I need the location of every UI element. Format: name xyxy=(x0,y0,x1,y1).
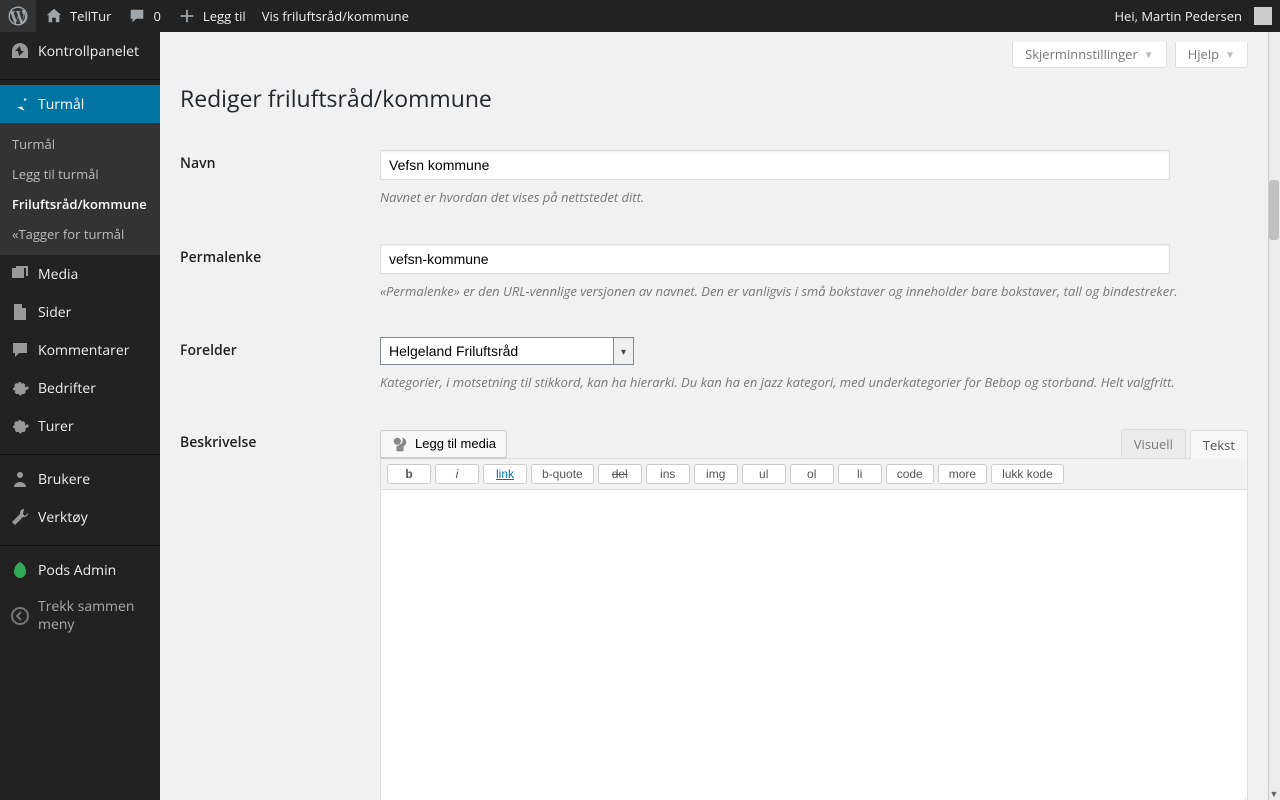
screen-options-label: Skjerminnstillinger xyxy=(1025,45,1138,63)
qt-link[interactable]: link xyxy=(483,464,527,484)
add-media-label: Legg til media xyxy=(415,436,496,451)
scroll-down-icon[interactable]: ▼ xyxy=(1268,786,1280,800)
slug-input[interactable] xyxy=(380,244,1170,274)
gear-icon xyxy=(10,416,30,436)
scrollbar[interactable]: ▲ ▼ xyxy=(1268,0,1280,800)
site-name: TellTur xyxy=(70,7,111,25)
menu-label: Kontrollpanelet xyxy=(38,42,139,61)
new-label: Legg til xyxy=(203,7,246,25)
page-title: Rediger friluftsråd/kommune xyxy=(180,68,1248,118)
submenu-turmal-all[interactable]: Turmål xyxy=(0,129,160,159)
qt-bquote[interactable]: b-quote xyxy=(531,464,594,484)
menu-label: Media xyxy=(38,265,78,284)
wordpress-icon xyxy=(8,6,28,26)
media-icon xyxy=(391,435,409,453)
editor-tab-visual[interactable]: Visuell xyxy=(1121,429,1186,458)
help-label: Hjelp xyxy=(1188,45,1219,63)
name-input[interactable] xyxy=(380,150,1170,180)
scroll-thumb[interactable] xyxy=(1269,180,1279,240)
menu-pods[interactable]: Pods Admin xyxy=(0,551,160,589)
menu-dashboard[interactable]: Kontrollpanelet xyxy=(0,32,160,70)
media-icon xyxy=(10,264,30,284)
menu-pages[interactable]: Sider xyxy=(0,293,160,331)
qt-del[interactable]: del xyxy=(598,464,642,484)
comments-count: 0 xyxy=(153,7,160,25)
view-label: Vis friluftsråd/kommune xyxy=(262,7,409,25)
submenu-tags[interactable]: «Tagger for turmål xyxy=(0,219,160,249)
quicktags-toolbar: b i link b-quote del ins img ul ol li co… xyxy=(380,458,1248,489)
wrench-icon xyxy=(10,507,30,527)
submenu-turmal: Turmål Legg til turmål Friluftsråd/kommu… xyxy=(0,123,160,255)
help-button[interactable]: Hjelp ▼ xyxy=(1175,42,1248,68)
slug-label: Permalenke xyxy=(180,230,380,324)
parent-label: Forelder xyxy=(180,323,380,415)
page-icon xyxy=(10,302,30,322)
editor-tab-text[interactable]: Tekst xyxy=(1190,430,1248,459)
menu-label: Kommentarer xyxy=(38,341,129,360)
add-media-button[interactable]: Legg til media xyxy=(380,430,507,458)
name-label: Navn xyxy=(180,136,380,230)
dashboard-icon xyxy=(10,41,30,61)
qt-close[interactable]: lukk kode xyxy=(991,464,1064,484)
menu-label: Turer xyxy=(38,417,74,436)
new-content-link[interactable]: Legg til xyxy=(169,0,254,32)
name-description: Navnet er hvordan det vises på nettstede… xyxy=(380,188,1248,208)
screen-options-button[interactable]: Skjerminnstillinger ▼ xyxy=(1012,42,1167,68)
my-account[interactable]: Hei, Martin Pedersen xyxy=(1106,0,1280,32)
parent-select[interactable]: Helgeland Friluftsråd xyxy=(381,338,613,364)
chevron-down-icon: ▾ xyxy=(613,338,633,364)
qt-italic[interactable]: i xyxy=(435,464,479,484)
submenu-turmal-add[interactable]: Legg til turmål xyxy=(0,159,160,189)
chevron-down-icon: ▼ xyxy=(1144,47,1154,61)
avatar xyxy=(1254,7,1272,25)
comment-icon xyxy=(10,340,30,360)
user-icon xyxy=(10,469,30,489)
qt-li[interactable]: li xyxy=(838,464,882,484)
qt-ins[interactable]: ins xyxy=(646,464,690,484)
admin-sidebar: Kontrollpanelet Turmål Turmål Legg til t… xyxy=(0,32,160,800)
parent-select-wrap[interactable]: Helgeland Friluftsråd ▾ xyxy=(380,337,634,365)
view-term-link[interactable]: Vis friluftsråd/kommune xyxy=(254,0,417,32)
menu-label: Turmål xyxy=(38,95,84,114)
menu-media[interactable]: Media xyxy=(0,255,160,293)
menu-bedrifter[interactable]: Bedrifter xyxy=(0,369,160,407)
description-textarea[interactable] xyxy=(380,489,1248,800)
admin-bar: TellTur 0 Legg til Vis friluftsråd/kommu… xyxy=(0,0,1280,32)
menu-comments[interactable]: Kommentarer xyxy=(0,331,160,369)
menu-label: Bedrifter xyxy=(38,379,96,398)
site-name-link[interactable]: TellTur xyxy=(36,0,119,32)
home-icon xyxy=(44,6,64,26)
submenu-friluftsrad[interactable]: Friluftsråd/kommune xyxy=(0,189,160,219)
slug-description: «Permalenke» er den URL-vennlige versjon… xyxy=(380,282,1248,302)
pods-icon xyxy=(10,560,30,580)
gear-icon xyxy=(10,378,30,398)
menu-label: Pods Admin xyxy=(38,561,116,580)
parent-description: Kategorier, i motsetning til stikkord, k… xyxy=(380,373,1248,393)
menu-label: Brukere xyxy=(38,470,90,489)
menu-turmal[interactable]: Turmål xyxy=(0,85,160,123)
qt-ol[interactable]: ol xyxy=(790,464,834,484)
menu-label: Trekk sammen meny xyxy=(38,598,150,634)
menu-label: Sider xyxy=(38,303,71,322)
qt-img[interactable]: img xyxy=(694,464,738,484)
qt-ul[interactable]: ul xyxy=(742,464,786,484)
greeting: Hei, Martin Pedersen xyxy=(1114,7,1242,25)
wp-logo[interactable] xyxy=(0,0,36,32)
plus-icon xyxy=(177,6,197,26)
comment-icon xyxy=(127,6,147,26)
description-label: Beskrivelse xyxy=(180,415,380,800)
qt-more[interactable]: more xyxy=(938,464,987,484)
chevron-down-icon: ▼ xyxy=(1225,47,1235,61)
qt-bold[interactable]: b xyxy=(387,464,431,484)
comments-link[interactable]: 0 xyxy=(119,0,168,32)
menu-tools[interactable]: Verktøy xyxy=(0,498,160,536)
pin-icon xyxy=(10,94,30,114)
menu-collapse[interactable]: Trekk sammen meny xyxy=(0,589,160,643)
menu-users[interactable]: Brukere xyxy=(0,460,160,498)
menu-label: Verktøy xyxy=(38,508,88,527)
menu-turer[interactable]: Turer xyxy=(0,407,160,445)
collapse-icon xyxy=(10,606,30,626)
qt-code[interactable]: code xyxy=(886,464,934,484)
main-content: Skjerminnstillinger ▼ Hjelp ▼ Rediger fr… xyxy=(160,32,1268,800)
